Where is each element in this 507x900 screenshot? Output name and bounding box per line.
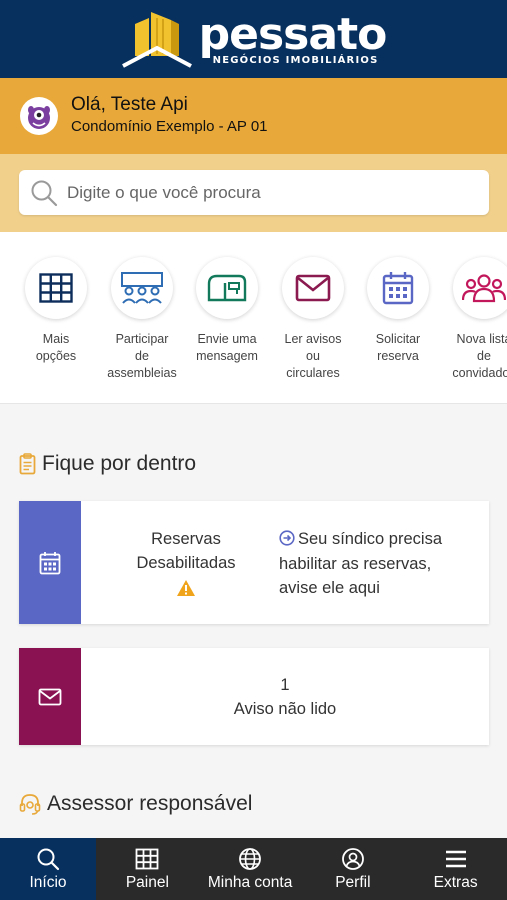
globe-icon [238,846,262,872]
action-request-reservation[interactable]: Solicitar reserva [355,257,441,365]
action-assemblies[interactable]: Participar de assembleias [99,257,185,382]
avatar[interactable] [20,97,58,135]
brand-logo-text: pessato NEGÓCIOS IMOBILIÁRIOS [198,8,388,66]
reservations-card[interactable]: Reservas Desabilitadas Seu síndico preci… [19,501,489,624]
action-label-line: opções [35,349,77,363]
unread-notices-count: 1 [280,676,290,694]
feed-heading: Fique por dentro [19,452,196,476]
guests-icon [462,274,506,303]
feed-title: Fique por dentro [42,452,197,475]
reservations-notice-line2: habilitar as reservas, [279,554,432,573]
user-unit[interactable]: Condomínio Exemplo - AP 01 [71,116,268,138]
mailbox-icon [207,274,247,302]
action-circle[interactable] [25,257,87,319]
action-label-line: circulares [286,366,340,380]
search-icon [36,846,60,872]
action-circle[interactable] [111,257,173,319]
headset-icon [19,793,41,815]
action-label-line: Participar [115,332,169,346]
assessor-heading: Assessor responsável [19,792,252,816]
action-label-line: ou [306,349,320,363]
reservations-notice[interactable]: Seu síndico precisa habilitar as reserva… [279,527,479,601]
action-label-line: mensagem [196,349,258,363]
reservations-status-line1: Reservas [151,530,221,548]
brand-header: pessato NEGÓCIOS IMOBILIÁRIOS [0,0,507,78]
reservations-status-line2: Desabilitadas [136,554,236,572]
reservations-notice-line1: Seu síndico precisa [298,530,442,548]
building-logo-icon [121,12,192,68]
action-send-message[interactable]: Envie uma mensagem [184,257,270,365]
grid-icon [39,273,73,303]
search-section [0,154,507,232]
envelope-icon [38,688,62,705]
nav-item-painel[interactable]: Painel [96,838,199,900]
clipboard-icon [19,453,36,475]
nav-label: Perfil [335,874,371,891]
search-box[interactable] [19,170,489,215]
quick-actions: Mais opções Participar de assembleias En… [0,232,507,404]
menu-icon [445,846,467,872]
action-more-options[interactable]: Mais opções [13,257,99,365]
calendar-icon [382,272,414,305]
action-new-guest-list[interactable]: Nova lista de convidados [441,257,507,382]
action-label-line: Envie uma [197,332,257,346]
nav-label: Minha conta [207,874,293,891]
action-circle[interactable] [367,257,429,319]
notices-card-side [19,648,81,745]
search-input[interactable] [67,182,467,203]
action-label-line: de [135,349,149,363]
purple-monster-avatar-icon [28,106,50,129]
action-label-line: Solicitar [375,332,421,346]
group-icon [121,272,163,304]
search-icon [31,180,58,206]
nav-item-minha-conta[interactable]: Minha conta [199,838,302,900]
action-label-line: Mais [42,332,70,346]
action-read-notices[interactable]: Ler avisos ou circulares [270,257,356,382]
grid-icon [135,846,159,872]
reservations-notice-line3: avise ele aqui [279,579,380,597]
action-label-line: Nova lista [456,332,507,346]
action-circle[interactable] [453,257,507,319]
action-circle[interactable] [196,257,258,319]
reservations-card-side [19,501,81,624]
nav-label: Extras [433,874,478,891]
brand-tagline: NEGÓCIOS IMOBILIÁRIOS [212,54,379,66]
nav-label: Início [29,874,67,891]
nav-item-perfil[interactable]: Perfil [302,838,405,900]
arrow-circle-icon [279,530,295,546]
unread-notices-label: Aviso não lido [233,700,337,718]
action-label-line: convidados [452,366,507,380]
user-greeting: Olá, Teste Api [71,94,188,115]
action-circle[interactable] [282,257,344,319]
reservations-status: Reservas Desabilitadas [91,527,281,575]
action-label-line: Ler avisos [284,332,342,346]
envelope-icon [295,274,331,302]
action-label-line: de [477,349,491,363]
feed-section: Fique por dentro Reservas Desabilitadas [0,404,507,838]
warning-icon [177,580,195,596]
nav-item-extras[interactable]: Extras [404,838,507,900]
notices-card[interactable]: 1 Aviso não lido [19,648,489,745]
nav-item-inicio[interactable]: Início [0,838,96,900]
bottom-navigation: Início Painel Minha conta Perfil Extras [0,838,507,900]
user-icon [341,846,365,872]
nav-label: Painel [125,874,169,891]
user-bar: Olá, Teste Api Condomínio Exemplo - AP 0… [0,78,507,154]
calendar-icon [39,551,61,574]
action-label-line: reserva [377,349,419,363]
brand-name: pessato [198,8,388,60]
assessor-title: Assessor responsável [47,792,253,815]
action-label-line: assembleias [107,366,177,380]
